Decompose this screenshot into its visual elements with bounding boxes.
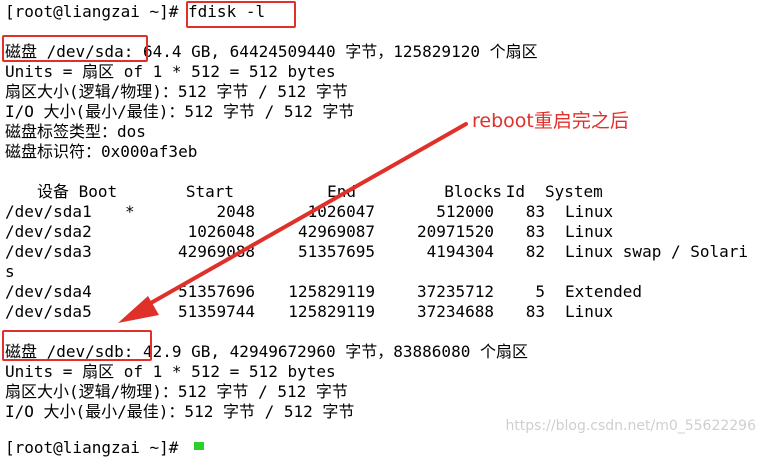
annotation-arrow-icon <box>118 122 468 323</box>
watermark: https://blog.csdn.net/m0_55622296 <box>505 418 756 434</box>
terminal-window[interactable]: [root@liangzai ~]# fdisk -l 磁盘 /dev/sda:… <box>0 0 766 457</box>
